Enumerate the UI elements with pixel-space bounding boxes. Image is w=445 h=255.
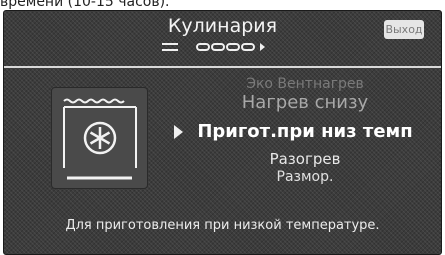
mode-item-defrost[interactable]: Размор. <box>169 169 441 186</box>
mode-description: Для приготовления при низкой температуре… <box>65 218 380 233</box>
mode-item-warming[interactable]: Разогрев <box>169 150 441 168</box>
mode-item-eco-fan[interactable]: Эко Вентнагрев <box>169 76 441 92</box>
header-bar: Кулинария Выход <box>4 11 441 61</box>
menu-icon <box>162 43 178 51</box>
exit-button[interactable]: Выход <box>384 20 424 39</box>
header-divider <box>4 66 441 68</box>
wizard-progress <box>162 42 265 52</box>
progress-step <box>211 43 225 51</box>
mode-item-low-temp-cooking[interactable]: Пригот.при низ темп <box>169 120 441 144</box>
next-arrow-icon <box>260 43 265 51</box>
mode-item-bottom-heat[interactable]: Нагрев снизу <box>169 92 441 114</box>
caption-text: времени (10-15 часов). <box>0 0 170 10</box>
progress-step <box>226 43 240 51</box>
oven-fan-low-heat-icon <box>51 87 148 189</box>
selector-arrow-icon <box>174 125 183 139</box>
progress-step <box>196 43 210 51</box>
mode-list: Эко Вентнагрев Нагрев снизу Пригот.при н… <box>169 73 441 198</box>
page-title: Кулинария <box>167 15 278 37</box>
page: времени (10-15 часов). Кулинария Выход Э… <box>0 0 445 255</box>
progress-step <box>241 43 255 51</box>
oven-display: Кулинария Выход Эко Вентнагрев Нагрев сн… <box>3 10 442 255</box>
